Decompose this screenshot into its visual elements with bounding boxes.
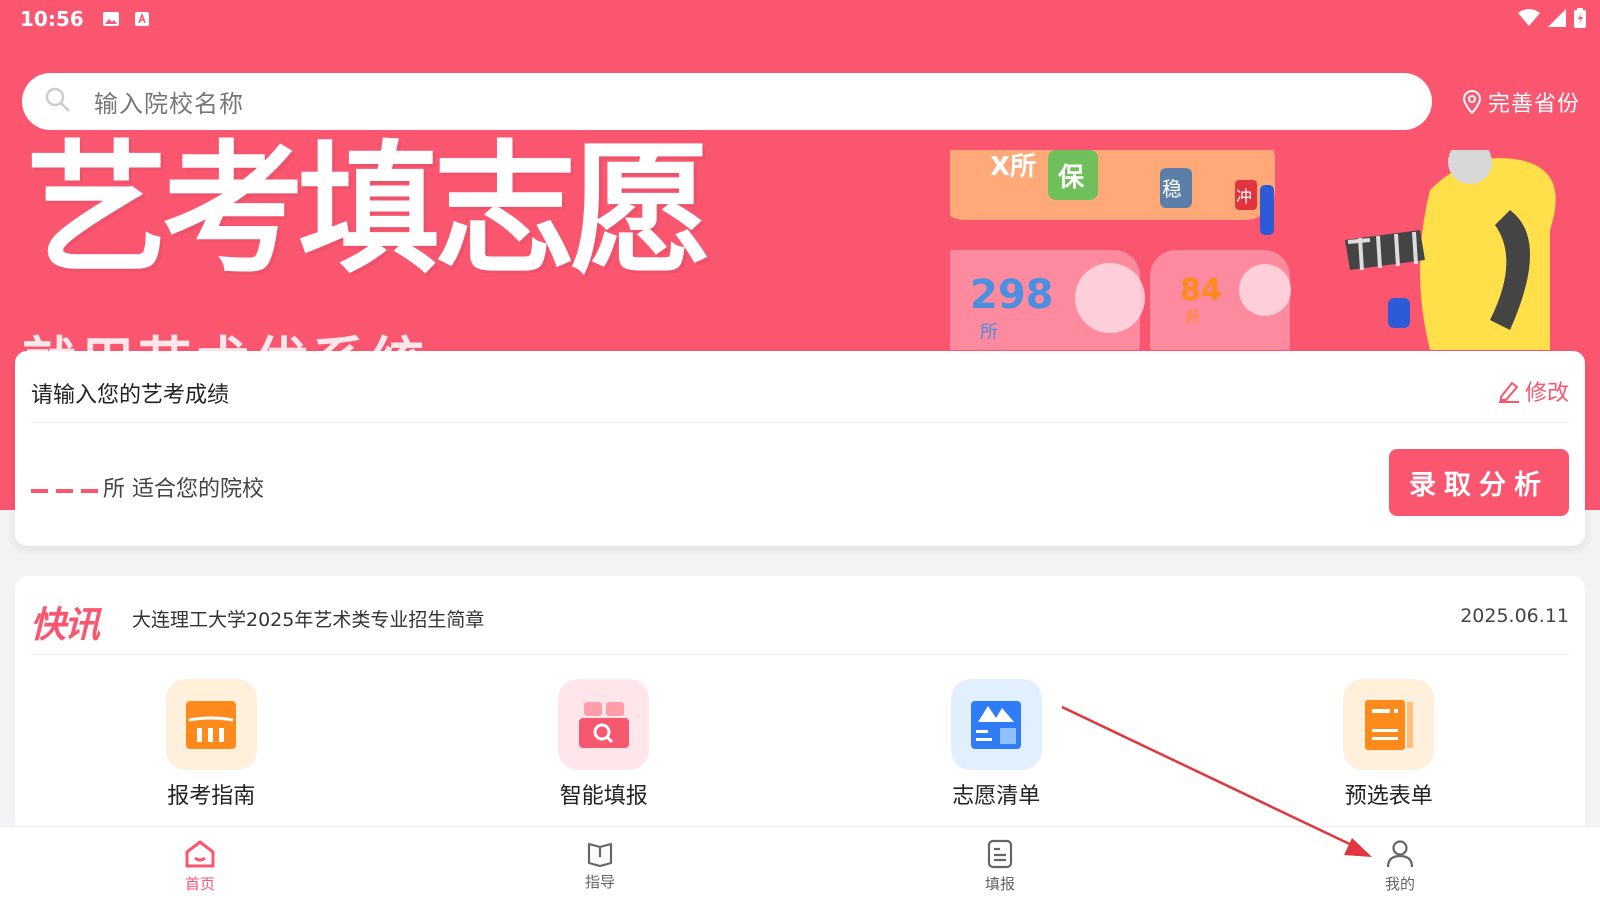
image-notification-icon (102, 11, 120, 27)
divider (31, 422, 1569, 423)
person-icon (1386, 840, 1414, 868)
tab-fill[interactable]: 填报 (800, 827, 1200, 900)
divider (31, 654, 1569, 655)
tab-home[interactable]: 首页 (0, 827, 400, 900)
deco-unit-2: 所 (1186, 310, 1200, 326)
tab-profile[interactable]: 我的 (1200, 827, 1600, 900)
search-icon (44, 86, 72, 118)
tile-wish-list[interactable]: 志愿清单 (800, 679, 1193, 810)
school-count-placeholder (31, 489, 98, 493)
smart-fill-icon (558, 679, 650, 770)
matching-schools-text: 所 适合您的院校 (103, 477, 264, 502)
edit-score-button[interactable]: 修改 (1497, 375, 1569, 407)
tile-label: 预选表单 (1344, 784, 1433, 809)
deco-chong: 冲 (1236, 187, 1252, 206)
tile-label: 志愿清单 (952, 784, 1041, 809)
battery-icon (1574, 8, 1586, 32)
deco-298: 298 (970, 272, 1054, 318)
tile-label: 智能填报 (559, 784, 648, 809)
deco-x-unit: X所 (990, 152, 1036, 182)
chart-guide-icon (165, 679, 257, 770)
status-time: 10:56 (20, 7, 84, 31)
status-bar: 10:56 (0, 0, 1600, 38)
preselect-form-icon (1343, 679, 1435, 770)
bottom-tab-bar: 首页 指导 填报 我的 (0, 826, 1600, 900)
wifi-icon (1518, 9, 1540, 31)
search-placeholder: 输入院校名称 (94, 90, 244, 118)
home-icon (185, 840, 215, 868)
book-icon (587, 842, 613, 867)
score-card: 请输入您的艺考成绩 修改 所 适合您的院校 录取分析 (15, 351, 1585, 546)
deco-84: 84 (1180, 273, 1222, 308)
signal-icon (1548, 9, 1566, 31)
search-bar[interactable]: 输入院校名称 (22, 73, 1432, 130)
tab-guidance[interactable]: 指导 (400, 827, 800, 900)
edit-label: 修改 (1524, 381, 1569, 406)
deco-wen: 稳 (1162, 177, 1182, 201)
province-selector[interactable]: 完善省份 (1462, 86, 1580, 118)
location-pin-icon (1462, 90, 1482, 114)
tab-label: 指导 (584, 873, 615, 891)
tab-label: 首页 (184, 875, 215, 893)
province-label: 完善省份 (1488, 92, 1581, 117)
news-date: 2025.06.11 (1460, 605, 1569, 627)
banner-illustration: X所 保 稳 冲 298 所 84 所 (950, 150, 1556, 350)
tab-label: 我的 (1384, 875, 1415, 893)
feature-grid: 报考指南 智能填报 志愿清单 预选表单 (15, 679, 1585, 810)
edit-pencil-icon (1498, 381, 1519, 403)
document-icon (987, 839, 1013, 869)
score-prompt[interactable]: 请输入您的艺考成绩 (31, 377, 229, 409)
news-badge: 快讯 (30, 605, 100, 646)
tile-smart-fill[interactable]: 智能填报 (408, 679, 801, 810)
tile-preselect[interactable]: 预选表单 (1193, 679, 1586, 810)
tile-guide[interactable]: 报考指南 (15, 679, 408, 810)
deco-bao: 保 (1057, 163, 1085, 193)
news-headline[interactable]: 大连理工大学2025年艺术类专业招生简章 (132, 605, 484, 632)
news-card: 快讯 大连理工大学2025年艺术类专业招生简章 2025.06.11 报考指南 … (15, 576, 1585, 836)
admission-analysis-button[interactable]: 录取分析 (1389, 449, 1569, 516)
app-notification-icon (134, 11, 152, 27)
wish-list-icon (950, 679, 1042, 770)
tile-label: 报考指南 (167, 784, 256, 809)
banner-title: 艺考填志愿 (26, 128, 712, 293)
tab-label: 填报 (984, 875, 1015, 893)
deco-unit-1: 所 (980, 322, 998, 343)
